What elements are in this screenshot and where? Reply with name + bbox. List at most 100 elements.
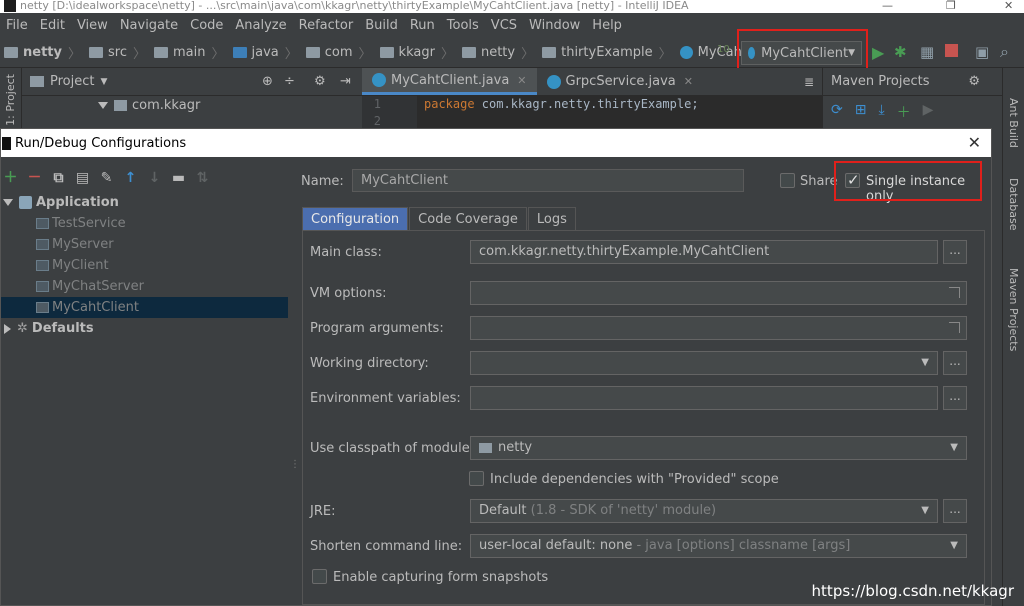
refresh-icon[interactable]: ⟳ (831, 102, 843, 122)
expand-icon[interactable] (3, 199, 13, 206)
add-icon[interactable]: ＋ (897, 102, 911, 122)
name-input[interactable]: MyCahtClient (352, 169, 744, 192)
menu-view[interactable]: View (71, 18, 114, 33)
include-dependencies-checkbox[interactable] (469, 471, 484, 486)
database-tool[interactable]: Database (1007, 178, 1020, 231)
chevron-down-icon[interactable]: ▼ (100, 77, 107, 87)
menu-analyze[interactable]: Analyze (229, 18, 292, 33)
expand-icon[interactable] (949, 322, 960, 333)
breadcrumb-java[interactable]: java 〉 (229, 43, 302, 62)
gear-icon[interactable]: ⚙ (314, 74, 326, 89)
tree-node-application[interactable]: Application (1, 192, 288, 213)
ant-build-tool[interactable]: Ant Build (1007, 98, 1020, 148)
folder-icon[interactable]: ▬ (171, 170, 186, 186)
close-icon[interactable]: ✕ (968, 133, 981, 152)
sort-icon[interactable]: ⇅ (195, 170, 210, 186)
expand-icon[interactable] (949, 287, 960, 298)
chevron-down-icon[interactable]: ▼ (921, 352, 929, 374)
locate-icon[interactable]: ⊕ (262, 74, 273, 89)
menu-run[interactable]: Run (404, 18, 441, 33)
stop-icon[interactable] (945, 44, 958, 57)
menu-tools[interactable]: Tools (441, 18, 485, 33)
environment-variables-input[interactable] (470, 386, 938, 410)
collapse-icon[interactable] (4, 323, 11, 334)
menu-vcs[interactable]: VCS (485, 18, 523, 33)
close-tab-icon[interactable]: ✕ (517, 74, 526, 87)
vm-options-input[interactable] (470, 281, 967, 305)
search-icon[interactable]: ⌕ (1000, 42, 1009, 62)
breadcrumb-thirtyexample[interactable]: thirtyExample 〉 (538, 43, 676, 62)
menu-edit[interactable]: Edit (34, 18, 71, 33)
add-icon[interactable]: ＋ (3, 170, 18, 186)
maven-projects-tool[interactable]: Maven Projects (1007, 268, 1020, 351)
tab-logs[interactable]: Logs (527, 207, 576, 230)
tree-config-myclient[interactable]: MyClient (1, 255, 288, 276)
restore-icon[interactable]: ❐ (946, 0, 956, 11)
jre-select[interactable]: Default (1.8 - SDK of 'netty' module) ▼ (470, 499, 938, 523)
menu-navigate[interactable]: Navigate (114, 18, 184, 33)
coverage-icon[interactable]: ▦ (920, 43, 934, 61)
breadcrumb-netty-package[interactable]: netty 〉 (458, 43, 538, 62)
browse-main-class-button[interactable]: ... (943, 240, 967, 264)
tree-item-com-kkagr[interactable]: com.kkagr (96, 98, 200, 113)
close-window-icon[interactable]: ✕ (1004, 0, 1013, 11)
editor-tab-grpcservice[interactable]: GrpcService.java ✕ (537, 68, 703, 95)
line-gutter: 1 2 (362, 96, 417, 128)
menu-help[interactable]: Help (586, 18, 628, 33)
tree-config-testservice[interactable]: TestService (1, 213, 288, 234)
project-panel-title[interactable]: Project (50, 74, 94, 89)
save-icon[interactable]: ▤ (75, 170, 90, 186)
close-tab-icon[interactable]: ✕ (684, 75, 693, 88)
gear-icon[interactable]: ⚙ (968, 74, 980, 89)
main-class-input[interactable]: com.kkagr.netty.thirtyExample.MyCahtClie… (470, 240, 938, 264)
edit-environment-variables-button[interactable]: ... (943, 386, 967, 410)
project-tree: com.kkagr (22, 96, 362, 128)
expand-icon[interactable] (98, 102, 108, 109)
run-icon[interactable]: ▶ (923, 102, 934, 122)
edit-defaults-icon[interactable]: ✎ (99, 170, 114, 186)
hide-icon[interactable]: ⇥ (340, 74, 351, 89)
breadcrumb-src[interactable]: src 〉 (85, 43, 150, 62)
copy-icon[interactable]: ⧉ (51, 170, 66, 186)
classpath-module-select[interactable]: netty ▼ (470, 436, 967, 460)
browse-working-directory-button[interactable]: ... (943, 351, 967, 375)
breadcrumb-kkagr[interactable]: kkagr 〉 (376, 43, 458, 62)
project-tool-label[interactable]: 1: Project (4, 74, 17, 126)
menu-code[interactable]: Code (184, 18, 229, 33)
menu-refactor[interactable]: Refactor (293, 18, 360, 33)
collapse-icon[interactable]: ÷ (284, 74, 295, 89)
tree-config-mycahtclient[interactable]: MyCahtClient (1, 297, 288, 318)
download-icon[interactable]: ⤓ (878, 102, 884, 122)
debug-icon[interactable]: ✱ (894, 43, 907, 61)
application-config-icon (36, 239, 49, 250)
menu-build[interactable]: Build (359, 18, 404, 33)
shorten-command-line-select[interactable]: user-local default: none - java [options… (470, 534, 967, 558)
remove-icon[interactable]: － (27, 170, 42, 186)
move-up-icon[interactable]: ↑ (123, 170, 138, 186)
breadcrumb-com[interactable]: com 〉 (302, 43, 376, 62)
editor-tab-mycahtclient[interactable]: MyCahtClient.java ✕ (362, 68, 537, 95)
splitter-handle[interactable]: ⋮ (290, 459, 300, 470)
tab-list-icon[interactable]: ≣ (804, 75, 814, 89)
program-arguments-input[interactable] (470, 316, 967, 340)
move-down-icon[interactable]: ↓ (147, 170, 162, 186)
menu-window[interactable]: Window (523, 18, 586, 33)
breadcrumb-netty[interactable]: netty 〉 (0, 43, 85, 62)
tree-config-myserver[interactable]: MyServer (1, 234, 288, 255)
breadcrumb-main[interactable]: main 〉 (150, 43, 229, 62)
menu-file[interactable]: File (0, 18, 34, 33)
project-structure-icon[interactable]: ▣ (975, 43, 989, 61)
add-maven-project-icon[interactable]: ⊞ (855, 102, 867, 122)
share-checkbox[interactable] (780, 173, 795, 188)
run-icon[interactable]: ▶ (872, 43, 884, 62)
binary-icon[interactable]: 10 (717, 44, 730, 55)
tree-config-mychatserver[interactable]: MyChatServer (1, 276, 288, 297)
tab-code-coverage[interactable]: Code Coverage (409, 207, 527, 230)
tab-configuration[interactable]: Configuration (302, 207, 409, 230)
working-directory-input[interactable]: ▼ (470, 351, 938, 375)
tree-node-defaults[interactable]: ✲ Defaults (1, 318, 288, 339)
minimize-icon[interactable]: — (882, 0, 893, 11)
code-editor[interactable]: 1 2 package com.kkagr.netty.thirtyExampl… (362, 96, 822, 128)
capture-snapshots-checkbox[interactable] (312, 569, 327, 584)
browse-jre-button[interactable]: ... (943, 499, 967, 523)
